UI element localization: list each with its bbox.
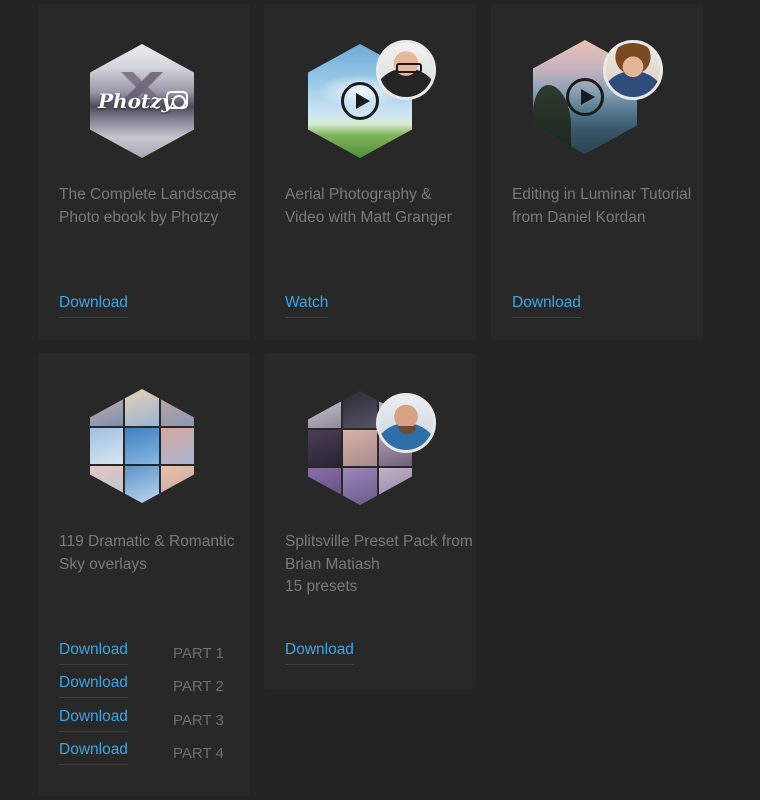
part-label-1: PART 1 (173, 645, 224, 662)
card-title: The Complete Landscape Photo ebook by Ph… (59, 186, 237, 226)
download-button-part-4[interactable]: Download (59, 740, 128, 765)
preset-count: 15 presets (285, 578, 358, 595)
card-title: Aerial Photography & Video with Matt Gra… (285, 186, 452, 226)
play-icon[interactable] (341, 82, 379, 120)
download-button-part-1[interactable]: Download (59, 640, 128, 665)
part-label-2: PART 2 (173, 678, 224, 695)
matt-granger-avatar (376, 40, 436, 100)
play-icon[interactable] (566, 78, 604, 116)
brian-matiash-avatar (376, 393, 436, 453)
card-landscape-ebook: Photzy The Complete Landscape Photo eboo… (38, 4, 250, 340)
daniel-kordan-avatar (603, 40, 663, 100)
card-title-text: Splitsville Preset Pack from Brian Matia… (285, 533, 473, 573)
sky-mosaic-image (90, 389, 194, 503)
download-button[interactable]: Download (285, 640, 354, 665)
download-button-part-2[interactable]: Download (59, 673, 128, 698)
card-splitsville-presets: Splitsville Preset Pack from Brian Matia… (264, 353, 476, 689)
landscape-ebook-thumbnail: Photzy (90, 44, 194, 158)
card-aerial-video: Aerial Photography & Video with Matt Gra… (264, 4, 476, 340)
download-button[interactable]: Download (512, 293, 581, 318)
part-label-4: PART 4 (173, 745, 224, 762)
sky-overlays-thumbnail (90, 389, 194, 503)
download-button-part-3[interactable]: Download (59, 707, 128, 732)
card-sky-overlays: 119 Dramatic & Romantic Sky overlays Dow… (38, 353, 250, 796)
photozy-image: Photzy (90, 44, 194, 158)
part-label-3: PART 3 (173, 712, 224, 729)
camera-icon (166, 91, 188, 109)
card-title: Splitsville Preset Pack from Brian Matia… (285, 531, 475, 599)
card-luminar-tutorial: Editing in Luminar Tutorial from Daniel … (491, 4, 703, 340)
card-title: Editing in Luminar Tutorial from Daniel … (512, 186, 692, 226)
card-title: 119 Dramatic & Romantic Sky overlays (59, 533, 235, 573)
photozy-logo: Photzy (98, 89, 174, 113)
download-button[interactable]: Download (59, 293, 128, 318)
watch-button[interactable]: Watch (285, 293, 329, 318)
